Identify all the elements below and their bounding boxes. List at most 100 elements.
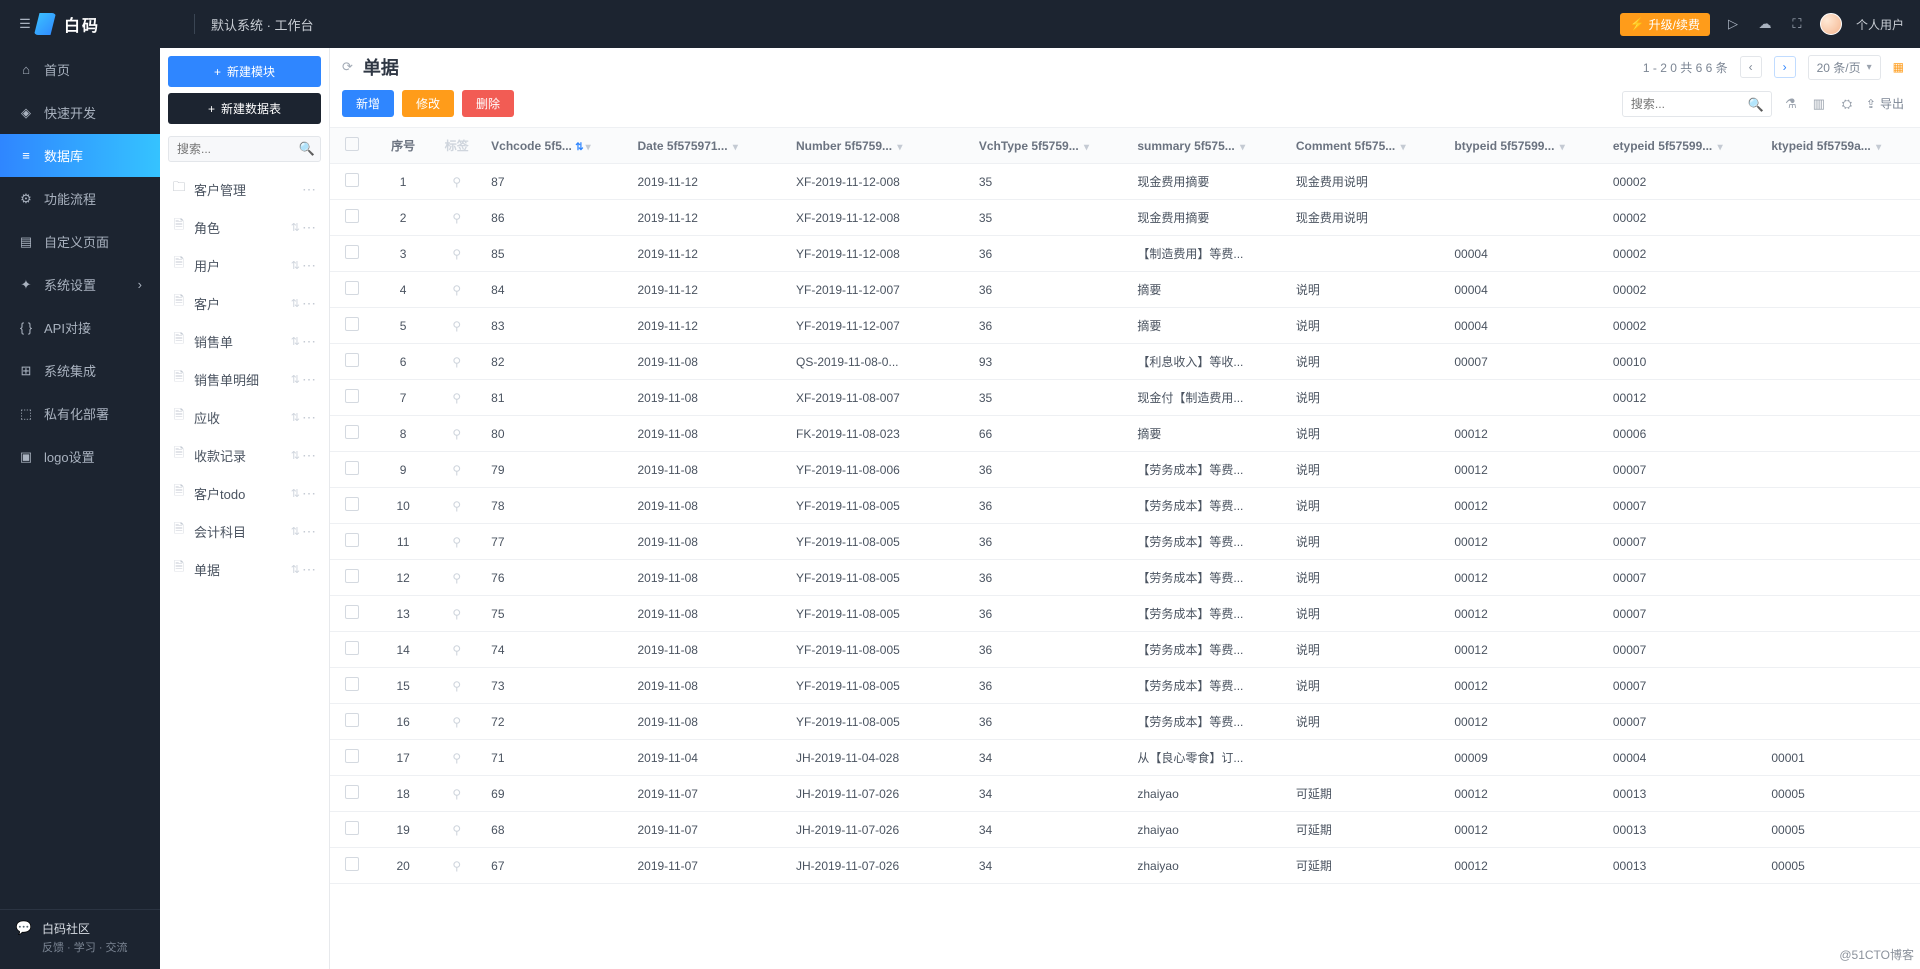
sliders-icon[interactable]: ⇅	[291, 449, 298, 462]
th-checkbox[interactable]	[330, 128, 374, 164]
tag-icon[interactable]: ⚲	[432, 560, 481, 596]
tag-icon[interactable]: ⚲	[432, 596, 481, 632]
table-row[interactable]: 11 ⚲ 77 2019-11-08 YF-2019-11-08-005 36 …	[330, 524, 1920, 560]
row-checkbox[interactable]	[330, 452, 374, 488]
row-checkbox[interactable]	[330, 308, 374, 344]
nav-item-gear[interactable]: ✦系统设置›	[0, 263, 160, 306]
table-row[interactable]: 20 ⚲ 67 2019-11-07 JH-2019-11-07-026 34 …	[330, 848, 1920, 884]
tag-icon[interactable]: ⚲	[432, 668, 481, 704]
row-checkbox[interactable]	[330, 200, 374, 236]
row-checkbox[interactable]	[330, 560, 374, 596]
nav-item-cube[interactable]: ◈快速开发	[0, 91, 160, 134]
table-row[interactable]: 17 ⚲ 71 2019-11-04 JH-2019-11-04-028 34 …	[330, 740, 1920, 776]
user-label[interactable]: 个人用户	[1856, 16, 1904, 33]
row-checkbox[interactable]	[330, 776, 374, 812]
table-row[interactable]: 2 ⚲ 86 2019-11-12 XF-2019-11-12-008 35 现…	[330, 200, 1920, 236]
table-row[interactable]: 14 ⚲ 74 2019-11-08 YF-2019-11-08-005 36 …	[330, 632, 1920, 668]
tag-icon[interactable]: ⚲	[432, 812, 481, 848]
tag-icon[interactable]: ⚲	[432, 704, 481, 740]
edit-button[interactable]: 修改	[402, 90, 454, 117]
sliders-icon[interactable]: ⇅	[291, 411, 298, 424]
th-col[interactable]: Number 5f5759... ▾	[786, 128, 969, 164]
tree-item[interactable]: 🗎销售单⇅⋯	[160, 322, 329, 360]
tag-icon[interactable]: ⚲	[432, 164, 481, 200]
table-row[interactable]: 19 ⚲ 68 2019-11-07 JH-2019-11-07-026 34 …	[330, 812, 1920, 848]
table-row[interactable]: 16 ⚲ 72 2019-11-08 YF-2019-11-08-005 36 …	[330, 704, 1920, 740]
table-row[interactable]: 12 ⚲ 76 2019-11-08 YF-2019-11-08-005 36 …	[330, 560, 1920, 596]
new-table-button[interactable]: +新建数据表	[168, 93, 321, 124]
tag-icon[interactable]: ⚲	[432, 380, 481, 416]
chart-icon[interactable]: ▥	[1810, 95, 1828, 113]
th-col[interactable]: Date 5f575971... ▾	[627, 128, 786, 164]
th-col[interactable]: VchType 5f5759... ▾	[969, 128, 1128, 164]
row-checkbox[interactable]	[330, 380, 374, 416]
row-checkbox[interactable]	[330, 632, 374, 668]
row-checkbox[interactable]	[330, 812, 374, 848]
more-icon[interactable]: ⋯	[302, 523, 317, 540]
tree-item[interactable]: 🗎应收⇅⋯	[160, 398, 329, 436]
sliders-icon[interactable]: ⇅	[291, 563, 298, 576]
tag-icon[interactable]: ⚲	[432, 308, 481, 344]
grid-icon[interactable]: ▦	[1893, 60, 1904, 74]
more-icon[interactable]: ⋯	[302, 219, 317, 236]
settings-icon[interactable]: ⛭	[1838, 95, 1856, 113]
tree-item[interactable]: 🗎用户⇅⋯	[160, 246, 329, 284]
more-icon[interactable]: ⋯	[302, 295, 317, 312]
more-icon[interactable]: ⋯	[302, 257, 317, 274]
table-row[interactable]: 3 ⚲ 85 2019-11-12 YF-2019-11-12-008 36 【…	[330, 236, 1920, 272]
row-checkbox[interactable]	[330, 344, 374, 380]
nav-item-home[interactable]: ⌂首页	[0, 48, 160, 91]
table-row[interactable]: 15 ⚲ 73 2019-11-08 YF-2019-11-08-005 36 …	[330, 668, 1920, 704]
more-icon[interactable]: ⋯	[302, 409, 317, 426]
tag-icon[interactable]: ⚲	[432, 740, 481, 776]
tree-item[interactable]: 🗎销售单明细⇅⋯	[160, 360, 329, 398]
prev-page-button[interactable]: ‹	[1740, 56, 1762, 78]
row-checkbox[interactable]	[330, 164, 374, 200]
row-checkbox[interactable]	[330, 524, 374, 560]
th-col[interactable]: Comment 5f575... ▾	[1286, 128, 1445, 164]
tree-item[interactable]: 🗎角色⇅⋯	[160, 208, 329, 246]
tag-icon[interactable]: ⚲	[432, 632, 481, 668]
menu-icon[interactable]: ☰	[16, 15, 34, 33]
table-row[interactable]: 9 ⚲ 79 2019-11-08 YF-2019-11-08-006 36 【…	[330, 452, 1920, 488]
tree-item[interactable]: 🗎客户todo⇅⋯	[160, 474, 329, 512]
row-checkbox[interactable]	[330, 416, 374, 452]
more-icon[interactable]: ⋯	[302, 447, 317, 464]
tag-icon[interactable]: ⚲	[432, 776, 481, 812]
nav-item-flow[interactable]: ⚙功能流程	[0, 177, 160, 220]
sliders-icon[interactable]: ⇅	[291, 221, 298, 234]
table-row[interactable]: 10 ⚲ 78 2019-11-08 YF-2019-11-08-005 36 …	[330, 488, 1920, 524]
tag-icon[interactable]: ⚲	[432, 236, 481, 272]
table-row[interactable]: 8 ⚲ 80 2019-11-08 FK-2019-11-08-023 66 摘…	[330, 416, 1920, 452]
avatar[interactable]	[1820, 13, 1842, 35]
row-checkbox[interactable]	[330, 236, 374, 272]
play-icon[interactable]: ▷	[1724, 15, 1742, 33]
th-col[interactable]: 标签	[432, 128, 481, 164]
table-row[interactable]: 5 ⚲ 83 2019-11-12 YF-2019-11-12-007 36 摘…	[330, 308, 1920, 344]
more-icon[interactable]: ⋯	[302, 333, 317, 350]
search-icon[interactable]: 🔍	[299, 141, 315, 157]
tag-icon[interactable]: ⚲	[432, 272, 481, 308]
search-icon[interactable]: 🔍	[1748, 97, 1764, 113]
tree-item[interactable]: 🗀客户管理⋯	[160, 170, 329, 208]
table-row[interactable]: 7 ⚲ 81 2019-11-08 XF-2019-11-08-007 35 现…	[330, 380, 1920, 416]
row-checkbox[interactable]	[330, 488, 374, 524]
tag-icon[interactable]: ⚲	[432, 524, 481, 560]
row-checkbox[interactable]	[330, 848, 374, 884]
nav-item-db[interactable]: ≡数据库	[0, 134, 160, 177]
tag-icon[interactable]: ⚲	[432, 848, 481, 884]
table-row[interactable]: 6 ⚲ 82 2019-11-08 QS-2019-11-08-0... 93 …	[330, 344, 1920, 380]
export-button[interactable]: ⇪导出	[1866, 95, 1904, 112]
add-button[interactable]: 新增	[342, 90, 394, 117]
nav-item-page[interactable]: ▤自定义页面	[0, 220, 160, 263]
nav-footer[interactable]: 💬 白码社区 反馈 · 学习 · 交流	[0, 909, 160, 969]
th-col[interactable]: btypeid 5f57599... ▾	[1444, 128, 1603, 164]
nav-item-logo[interactable]: ▣logo设置	[0, 435, 160, 478]
tag-icon[interactable]: ⚲	[432, 344, 481, 380]
sliders-icon[interactable]: ⇅	[291, 487, 298, 500]
tag-icon[interactable]: ⚲	[432, 200, 481, 236]
logo[interactable]: 白码	[34, 12, 178, 36]
more-icon[interactable]: ⋯	[302, 485, 317, 502]
nav-item-deploy[interactable]: ⬚私有化部署	[0, 392, 160, 435]
nav-item-api[interactable]: { }API对接	[0, 306, 160, 349]
